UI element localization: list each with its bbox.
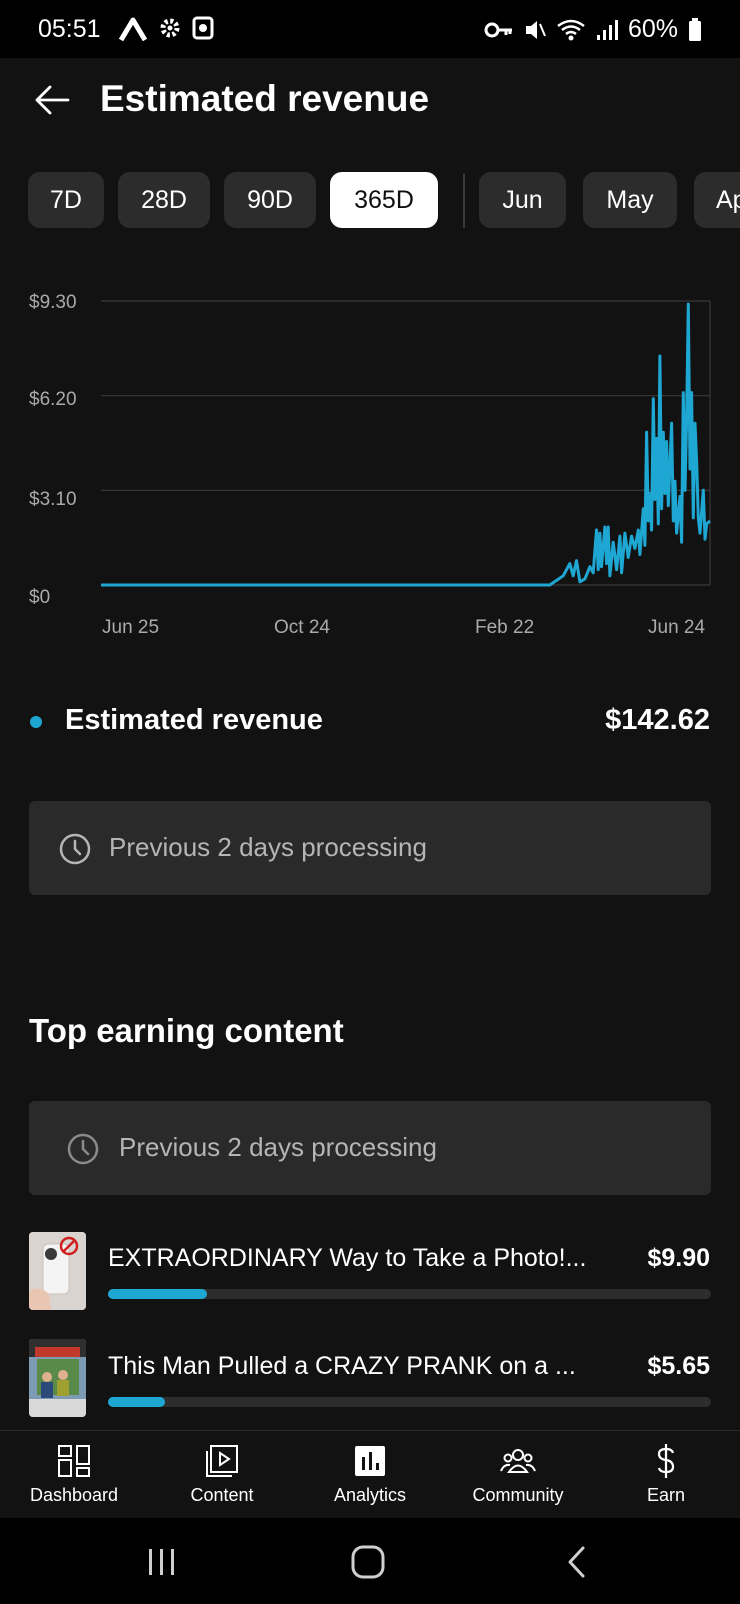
clock-icon [59, 833, 91, 865]
revenue-line-chart[interactable] [0, 280, 740, 610]
nav-label: Analytics [333, 1485, 407, 1505]
settings-gear-icon [160, 18, 180, 38]
chip-90d[interactable]: 90D [224, 172, 316, 228]
date-range-chips: 7D 28D 90D 365D Jun May Ap [28, 172, 740, 230]
app-notification-icon [118, 17, 148, 42]
processing-text: Previous 2 days processing [119, 1132, 437, 1162]
status-left-icons [118, 16, 214, 42]
revenue-bar-fill [108, 1289, 208, 1299]
key-icon [484, 22, 512, 37]
nav-earn[interactable]: Earn [592, 1431, 740, 1519]
section-title: Top earning content [29, 1012, 344, 1049]
revenue-series-line [101, 302, 712, 587]
status-time: 05:51 [38, 15, 101, 43]
revenue-bar-fill [108, 1397, 166, 1407]
processing-notice: Previous 2 days processing [29, 801, 711, 895]
dashboard-icon [58, 1445, 90, 1477]
revenue-bar [108, 1397, 711, 1407]
battery-icon [689, 17, 701, 41]
recent-apps-icon[interactable] [145, 1546, 179, 1578]
series-color-dot [30, 716, 42, 728]
back-nav-icon[interactable] [565, 1544, 589, 1580]
system-navigation-bar [0, 1518, 740, 1604]
thumbnail-image [29, 1339, 86, 1417]
chip-28d[interactable]: 28D [118, 172, 210, 228]
wifi-icon [557, 19, 585, 40]
nav-content[interactable]: Content [148, 1431, 296, 1519]
x-tick-label: Jun 24 [648, 617, 706, 638]
processing-text: Previous 2 days processing [109, 832, 427, 862]
battery-percent: 60% [627, 15, 678, 43]
status-right: 60% [484, 15, 702, 44]
content-icon [206, 1445, 238, 1477]
x-tick-label: Jun 25 [102, 617, 160, 638]
x-tick-label: Oct 24 [274, 617, 330, 638]
revenue-bar [108, 1289, 711, 1299]
chip-jun[interactable]: Jun [479, 172, 566, 228]
thumbnail-image [29, 1232, 86, 1310]
video-revenue: $5.65 [647, 1352, 710, 1380]
nav-dashboard[interactable]: Dashboard [0, 1431, 148, 1519]
video-title[interactable]: EXTRAORDINARY Way to Take a Photo!... [108, 1244, 608, 1273]
mute-icon [525, 20, 546, 39]
nav-label: Content [190, 1485, 254, 1505]
nav-label: Earn [646, 1485, 686, 1505]
chip-7d[interactable]: 7D [28, 172, 104, 228]
nav-label: Community [472, 1485, 564, 1505]
nav-label: Dashboard [29, 1485, 119, 1505]
back-arrow-icon[interactable] [34, 82, 70, 118]
chip-apr[interactable]: Ap [694, 172, 740, 228]
page-title: Estimated revenue [100, 78, 430, 119]
x-tick-label: Feb 22 [475, 617, 535, 638]
chip-may[interactable]: May [583, 172, 677, 228]
analytics-icon [355, 1446, 385, 1476]
community-icon [500, 1449, 536, 1473]
chip-divider [463, 174, 465, 228]
nav-analytics[interactable]: Analytics [296, 1431, 444, 1519]
nav-community[interactable]: Community [444, 1431, 592, 1519]
metric-label: Estimated revenue [65, 704, 323, 736]
metric-total: $142.62 [605, 704, 710, 736]
video-thumbnail[interactable] [29, 1232, 86, 1310]
video-title[interactable]: This Man Pulled a CRAZY PRANK on a ... [108, 1352, 608, 1381]
signal-icon [596, 19, 618, 40]
bottom-navigation: Dashboard Content Analytics Community Ea… [0, 1430, 740, 1519]
clock-icon [67, 1133, 99, 1165]
earn-icon [657, 1444, 675, 1478]
video-thumbnail[interactable] [29, 1339, 86, 1417]
video-revenue: $9.90 [647, 1244, 710, 1272]
home-icon[interactable] [350, 1544, 386, 1580]
chip-365d[interactable]: 365D [330, 172, 438, 228]
processing-notice: Previous 2 days processing [29, 1101, 711, 1195]
screen-record-icon [192, 16, 214, 40]
